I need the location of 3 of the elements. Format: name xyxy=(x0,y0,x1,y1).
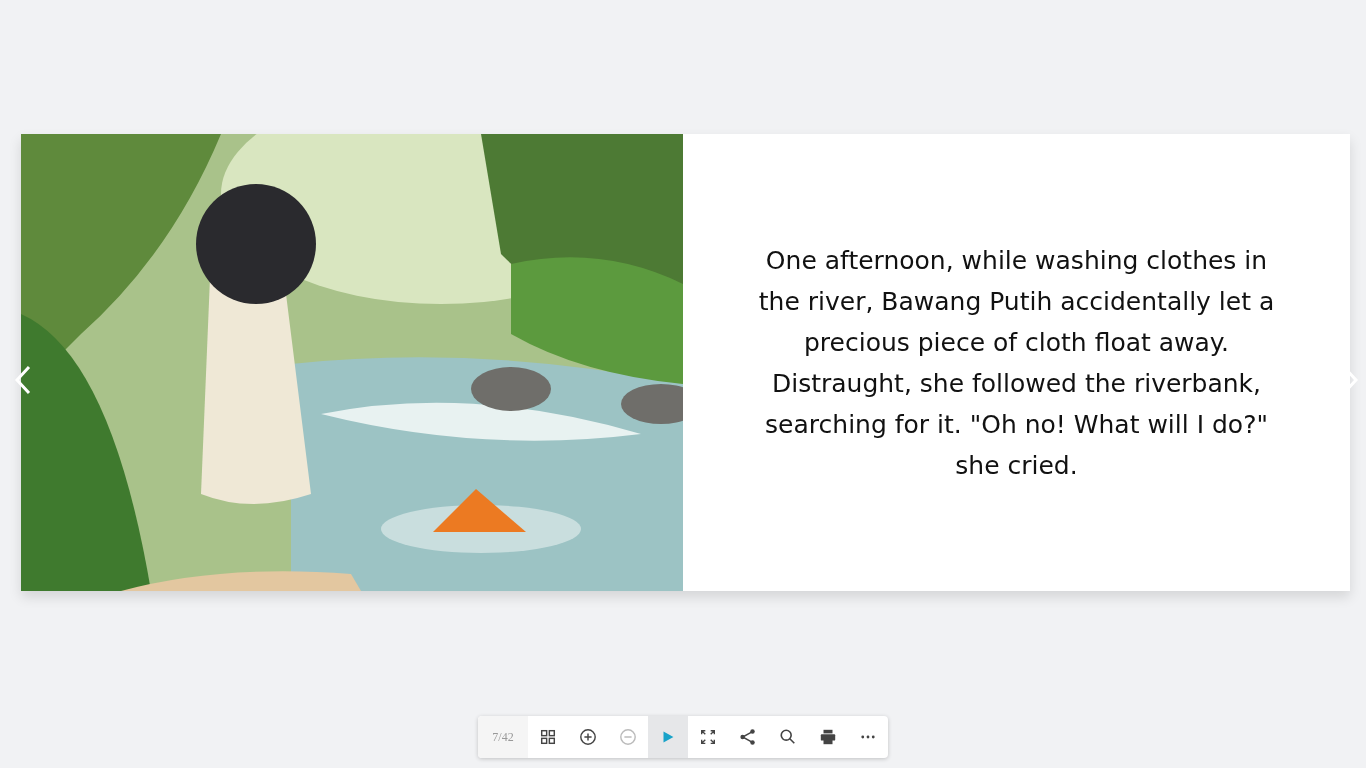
page-indicator: 7/42 xyxy=(478,716,528,758)
previous-page-icon[interactable] xyxy=(13,365,33,395)
page-text: One afternoon, while washing clothes in the river, Bawang Putih accidentally let a precious piece of cloth float away. Distraught, she followed the riverbank, searching for it. "Oh no! What will I do?" she cried. xyxy=(757,244,1276,482)
